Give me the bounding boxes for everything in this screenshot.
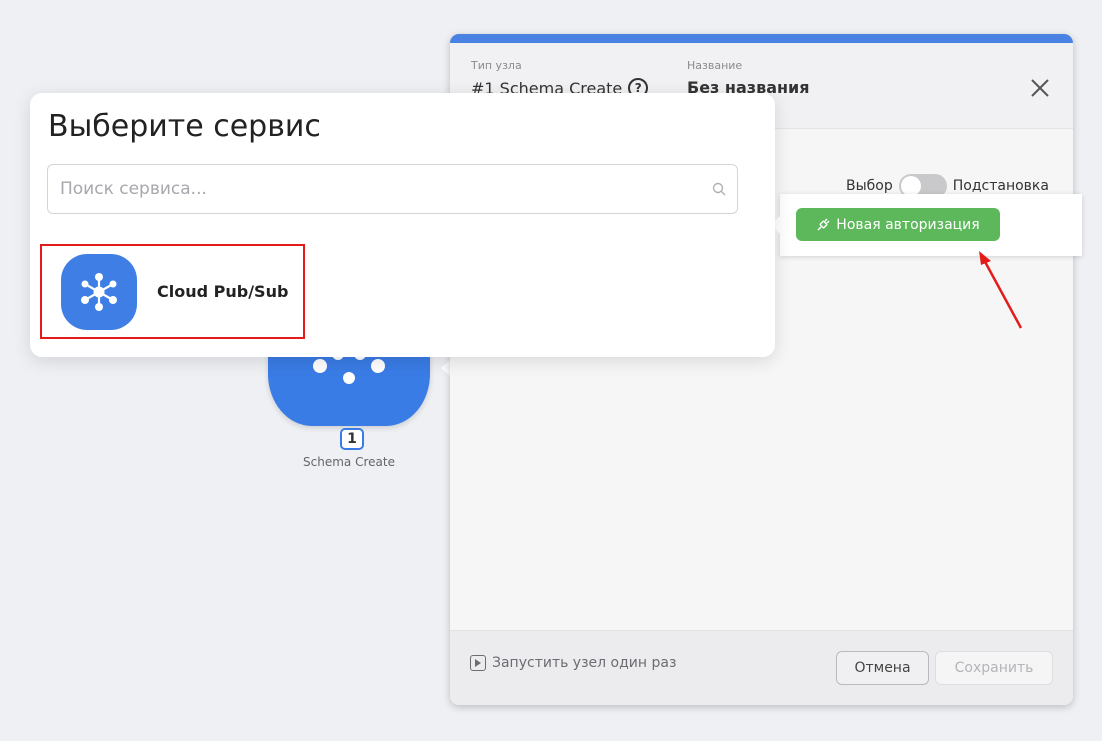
cancel-button[interactable]: Отмена (836, 651, 929, 685)
panel-footer: Запустить узел один раз Отмена Сохранить (450, 630, 1073, 705)
toggle-right-label: Подстановка (952, 178, 1049, 194)
chooser-title: Выберите сервис (48, 109, 321, 144)
service-search-box (47, 164, 738, 214)
toggle-knob (900, 176, 921, 196)
auth-popover: Новая авторизация (771, 194, 1082, 256)
node-pointer (441, 360, 450, 376)
service-label: Cloud Pub/Sub (157, 282, 289, 301)
save-button[interactable]: Сохранить (935, 651, 1053, 685)
plug-icon (817, 218, 830, 231)
search-icon[interactable] (712, 182, 727, 197)
node-name-block: Название Без названия (687, 59, 810, 97)
close-icon[interactable] (1028, 76, 1052, 100)
pubsub-hub-icon (61, 253, 137, 330)
panel-top-bar (450, 34, 1073, 43)
service-chooser-dialog: Выберите сервис Поиск сервиса... Cloud P… (30, 93, 775, 357)
service-search-input[interactable] (60, 165, 700, 213)
node-type-label: Тип узла (471, 59, 522, 72)
node-number-badge: 1 (340, 428, 364, 450)
new-authorization-button[interactable]: Новая авторизация (796, 208, 1000, 241)
annotation-arrow-icon (979, 251, 1023, 329)
service-item-cloud-pubsub[interactable]: Cloud Pub/Sub (40, 244, 305, 339)
run-once-button[interactable]: Запустить узел один раз (470, 655, 676, 671)
node-name-label: Название (687, 59, 743, 72)
toggle-left-label: Выбор (846, 178, 893, 194)
run-once-label: Запустить узел один раз (492, 655, 677, 671)
new-authorization-label: Новая авторизация (836, 216, 980, 233)
play-icon (470, 655, 486, 671)
node-label: Schema Create (303, 455, 395, 469)
